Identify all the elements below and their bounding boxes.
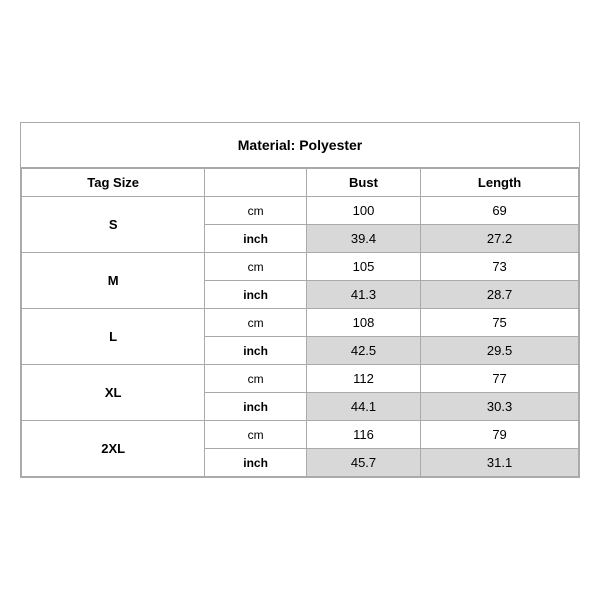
bust-inch: 44.1 [306, 393, 420, 421]
length-inch: 29.5 [421, 337, 579, 365]
unit-inch: inch [205, 281, 307, 309]
bust-inch: 39.4 [306, 225, 420, 253]
unit-cm: cm [205, 197, 307, 225]
tag-size-m: M [22, 253, 205, 309]
table-row: Scm10069 [22, 197, 579, 225]
length-cm: 77 [421, 365, 579, 393]
unit-inch: inch [205, 393, 307, 421]
tag-size-l: L [22, 309, 205, 365]
table-row: XLcm11277 [22, 365, 579, 393]
length-inch: 30.3 [421, 393, 579, 421]
tag-size-xl: XL [22, 365, 205, 421]
unit-inch: inch [205, 337, 307, 365]
bust-inch: 45.7 [306, 449, 420, 477]
unit-cm: cm [205, 253, 307, 281]
size-table: Tag Size Bust Length Scm10069inch39.427.… [21, 168, 579, 477]
length-inch: 31.1 [421, 449, 579, 477]
length-inch: 27.2 [421, 225, 579, 253]
table-header-row: Tag Size Bust Length [22, 169, 579, 197]
bust-inch: 42.5 [306, 337, 420, 365]
length-cm: 73 [421, 253, 579, 281]
bust-cm: 108 [306, 309, 420, 337]
tag-size-s: S [22, 197, 205, 253]
header-unit-col [205, 169, 307, 197]
unit-inch: inch [205, 449, 307, 477]
chart-title: Material: Polyester [21, 123, 579, 168]
tag-size-2xl: 2XL [22, 421, 205, 477]
length-inch: 28.7 [421, 281, 579, 309]
unit-cm: cm [205, 309, 307, 337]
header-tag-size: Tag Size [22, 169, 205, 197]
header-bust: Bust [306, 169, 420, 197]
table-row: Mcm10573 [22, 253, 579, 281]
bust-inch: 41.3 [306, 281, 420, 309]
bust-cm: 105 [306, 253, 420, 281]
length-cm: 79 [421, 421, 579, 449]
length-cm: 75 [421, 309, 579, 337]
header-length: Length [421, 169, 579, 197]
bust-cm: 112 [306, 365, 420, 393]
unit-inch: inch [205, 225, 307, 253]
unit-cm: cm [205, 421, 307, 449]
bust-cm: 116 [306, 421, 420, 449]
length-cm: 69 [421, 197, 579, 225]
table-row: Lcm10875 [22, 309, 579, 337]
unit-cm: cm [205, 365, 307, 393]
bust-cm: 100 [306, 197, 420, 225]
size-chart-container: Material: Polyester Tag Size Bust Length… [20, 122, 580, 478]
table-row: 2XLcm11679 [22, 421, 579, 449]
